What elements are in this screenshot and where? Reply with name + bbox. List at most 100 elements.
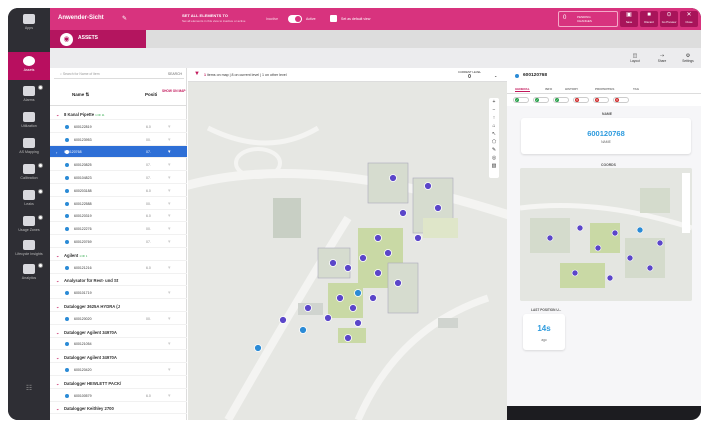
- asset-row[interactable]: 600120420 ▾: [50, 364, 187, 376]
- show-on-map-pin-icon[interactable]: ▾: [168, 124, 171, 130]
- column-name[interactable]: Name ⇅: [72, 92, 89, 98]
- settings-button[interactable]: ⚙ Settings: [678, 53, 698, 63]
- visibility-chip[interactable]: ✓: [533, 97, 549, 103]
- asset-row[interactable]: 600101719 ▾: [50, 287, 187, 300]
- rail-item-assets[interactable]: Assets: [8, 52, 50, 80]
- asset-row[interactable]: › 600120768 07. ▾: [50, 146, 187, 159]
- show-on-map-pin-icon[interactable]: ▾: [168, 201, 171, 207]
- column-show-on-map[interactable]: SHOW ON MAP: [162, 89, 186, 93]
- tab-history[interactable]: HISTORY: [565, 87, 578, 91]
- asset-row[interactable]: 600121054 ▾: [50, 338, 187, 351]
- show-on-map-pin-icon[interactable]: ▾: [168, 290, 171, 296]
- show-on-map-pin-icon[interactable]: ▾: [168, 137, 171, 143]
- preview-button[interactable]: ⊙ Go Preview: [660, 11, 678, 27]
- rail-item-utilization[interactable]: Utilization: [8, 108, 50, 136]
- coords-minimap[interactable]: [520, 168, 692, 301]
- asset-row[interactable]: 600100579 6.0 ▾: [50, 390, 187, 402]
- column-position[interactable]: Positi: [145, 92, 157, 97]
- group-row[interactable]: ⌄ Agilent 1 OF 1: [50, 249, 187, 261]
- rail-item-calibration[interactable]: Calibration: [8, 160, 50, 188]
- rail-item-as-mapping[interactable]: AS Mapping: [8, 134, 50, 162]
- visibility-chip[interactable]: ✕: [573, 97, 589, 103]
- asset-row[interactable]: 600120825 07. ▾: [50, 159, 187, 172]
- select-icon[interactable]: ↖: [489, 130, 499, 138]
- asset-id: 600100579: [74, 393, 92, 398]
- visibility-chip[interactable]: ✓: [553, 97, 569, 103]
- active-toggle[interactable]: [288, 15, 302, 23]
- search-input[interactable]: ⌕ Search for Name of item SEARCH: [54, 70, 184, 79]
- tab-general[interactable]: GENERAL: [515, 87, 530, 92]
- compass-icon[interactable]: ↑: [489, 114, 499, 122]
- asset-row[interactable]: 600104823 07. ▾: [50, 172, 187, 184]
- discard-button[interactable]: ■ Discard: [640, 11, 658, 27]
- chevron-down-icon[interactable]: ⌄: [56, 381, 59, 386]
- show-on-map-pin-icon[interactable]: ▾: [168, 341, 171, 347]
- chevron-down-icon[interactable]: ⌄: [56, 253, 59, 258]
- show-on-map-pin-icon[interactable]: ▾: [168, 213, 171, 219]
- asset-row[interactable]: 600120020 00. ▾: [50, 313, 187, 325]
- visibility-chip[interactable]: ✕: [593, 97, 609, 103]
- name-card: 600120768 NAME: [521, 118, 691, 154]
- grid-menu-icon[interactable]: ☷: [8, 384, 50, 412]
- show-on-map-pin-icon[interactable]: ▾: [168, 367, 171, 373]
- asset-row[interactable]: 600120769 07. ▾: [50, 236, 187, 248]
- asset-row[interactable]: 600123953 00. ▾: [50, 134, 187, 146]
- group-row[interactable]: ⌄ Datalogger HEWLETT PACK/: [50, 377, 187, 389]
- show-on-map-pin-icon[interactable]: ▾: [168, 393, 171, 399]
- layout-button[interactable]: ◫ Layout: [625, 53, 645, 63]
- show-on-map-pin-icon[interactable]: ▾: [168, 226, 171, 232]
- chevron-down-icon[interactable]: ⌄: [56, 304, 59, 309]
- share-button[interactable]: ⇢ Share: [652, 53, 672, 63]
- rail-item-alarms[interactable]: Alarms: [8, 82, 50, 110]
- asset-row[interactable]: 600122276 00. ▾: [50, 223, 187, 236]
- status-dot: [65, 124, 69, 129]
- group-row[interactable]: ⌄ Datalogger Keithley 2700: [50, 402, 187, 415]
- view-3d-icon[interactable]: ▧: [489, 162, 499, 170]
- chevron-down-icon[interactable]: ⌄: [494, 73, 497, 78]
- layers-icon[interactable]: ◎: [489, 154, 499, 162]
- chevron-down-icon[interactable]: ⌄: [56, 112, 59, 117]
- show-on-map-pin-icon[interactable]: ▾: [168, 149, 171, 155]
- asset-row[interactable]: 600122819 6.0 ▾: [50, 121, 187, 133]
- visibility-chip[interactable]: ✓: [513, 97, 529, 103]
- tab-properties[interactable]: PROPERTIES: [595, 87, 614, 91]
- chevron-down-icon[interactable]: ⌄: [56, 406, 59, 411]
- group-row[interactable]: ⌄ Analysator für Rest- und St: [50, 274, 187, 287]
- search-button[interactable]: SEARCH: [168, 70, 182, 79]
- tab-tag[interactable]: TAG: [633, 87, 639, 91]
- show-on-map-pin-icon[interactable]: ▾: [168, 316, 171, 322]
- show-on-map-pin-icon[interactable]: ▾: [168, 239, 171, 245]
- show-on-map-pin-icon[interactable]: ▾: [168, 265, 171, 271]
- map-view[interactable]: ‹: [188, 68, 507, 420]
- tab-info[interactable]: INFO: [545, 87, 552, 91]
- zoom-in-icon[interactable]: +: [489, 98, 499, 106]
- chevron-down-icon[interactable]: ⌄: [56, 355, 59, 360]
- close-button[interactable]: ✕ Close: [680, 11, 698, 27]
- save-button[interactable]: ▣ Save: [620, 11, 638, 27]
- rail-item-apps[interactable]: Apps: [8, 10, 50, 38]
- chevron-down-icon[interactable]: ⌄: [56, 278, 59, 283]
- rail-item-analytics[interactable]: Analytics: [8, 260, 50, 288]
- group-row[interactable]: ⌄ Datalogger 3625A HYDRA (J: [50, 300, 187, 312]
- visibility-chip[interactable]: ✕: [613, 97, 629, 103]
- floor-plan-map[interactable]: [188, 68, 507, 420]
- rail-item-leaks[interactable]: Leaks: [8, 186, 50, 214]
- zoom-out-icon[interactable]: −: [489, 106, 499, 114]
- show-on-map-pin-icon[interactable]: ▾: [168, 175, 171, 181]
- asset-row[interactable]: 600121216 6.0 ▾: [50, 262, 187, 274]
- default-view-checkbox[interactable]: [330, 15, 337, 22]
- asset-row[interactable]: 600203188 6.0 ▾: [50, 185, 187, 197]
- show-on-map-pin-icon[interactable]: ▾: [168, 188, 171, 194]
- draw-icon[interactable]: ✎: [489, 146, 499, 154]
- group-row[interactable]: ⌄ Datalogger Agilent 34970A: [50, 351, 187, 364]
- asset-row[interactable]: 600120319 6.0 ▾: [50, 210, 187, 223]
- show-on-map-pin-icon[interactable]: ▾: [168, 162, 171, 168]
- chevron-down-icon[interactable]: ⌄: [56, 330, 59, 335]
- level-selector[interactable]: CURRENT LEVEL 0: [458, 70, 481, 80]
- group-row[interactable]: ⌄ Datalogger Agilent 34970A: [50, 326, 187, 338]
- home-icon[interactable]: ⌂: [489, 122, 499, 130]
- asset-row[interactable]: 600122588 00. ▾: [50, 198, 187, 210]
- group-row[interactable]: ⌄ 8 Kanal Pipette 1 OF 11: [50, 108, 187, 120]
- edit-pencil-icon[interactable]: ✎: [122, 15, 127, 22]
- polygon-icon[interactable]: ⬠: [489, 138, 499, 146]
